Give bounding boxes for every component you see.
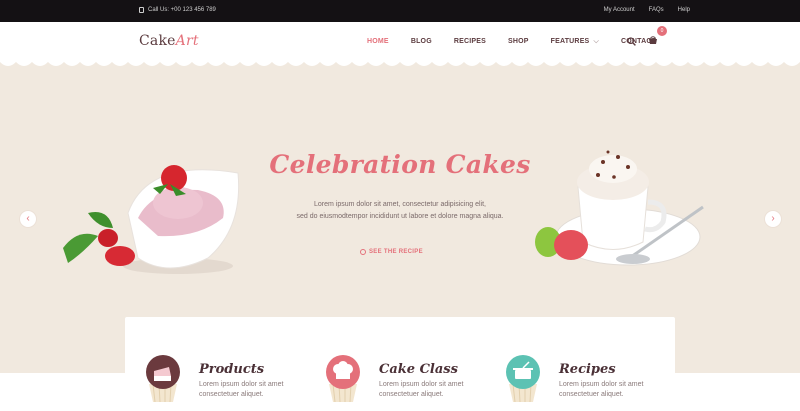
- logo-accent-text: Art: [175, 33, 199, 49]
- top-links: My Account FAQs Help: [604, 7, 690, 13]
- slider-prev-arrow[interactable]: ‹: [19, 210, 37, 228]
- feature-text: Lorem ipsum dolor sit amet consectetuer …: [379, 380, 463, 400]
- slider-next-arrow[interactable]: ›: [764, 210, 782, 228]
- feature-title: Cake Class: [379, 362, 458, 377]
- top-bar: Call Us: +00 123 456 789 My Account FAQs…: [0, 0, 800, 22]
- logo-main-text: Cake: [139, 33, 176, 49]
- nav-features[interactable]: FEATURES: [551, 38, 599, 46]
- feature-line-1: Lorem ipsum dolor sit amet: [379, 381, 464, 388]
- feature-text: Lorem ipsum dolor sit amet consectetuer …: [199, 380, 283, 400]
- hero-text-line-1: Lorem ipsum dolor sit amet, consectetur …: [314, 201, 486, 208]
- feature-title: Products: [199, 362, 265, 377]
- feature-line-2: consectetuer aliquet.: [199, 391, 264, 398]
- site-logo[interactable]: CakeArt: [139, 33, 199, 49]
- search-icon[interactable]: [627, 36, 636, 46]
- hero-title: Celebration Cakes: [269, 150, 531, 179]
- pot-icon: [506, 355, 540, 403]
- contact-phone: Call Us: +00 123 456 789: [139, 7, 216, 13]
- feature-title: Recipes: [559, 362, 616, 377]
- main-header: CakeArt HOME BLOG RECIPES SHOP FEATURES …: [0, 22, 800, 62]
- feature-text: Lorem ipsum dolor sit amet consectetuer …: [559, 380, 643, 400]
- see-recipe-button[interactable]: SEE THE RECIPE: [360, 249, 423, 255]
- hero-text-line-2: sed do eiusmodtempor incididunt ut labor…: [296, 213, 504, 220]
- clock-icon: [360, 249, 366, 255]
- phone-icon: [139, 7, 144, 13]
- cart-icon[interactable]: 0: [648, 26, 667, 46]
- see-recipe-label: SEE THE RECIPE: [369, 249, 423, 255]
- cart-count-badge: 0: [657, 26, 667, 36]
- feature-line-2: consectetuer aliquet.: [379, 391, 444, 398]
- header-icons: 0: [627, 26, 667, 46]
- features-panel: Products Lorem ipsum dolor sit amet cons…: [125, 317, 675, 411]
- my-account-link[interactable]: My Account: [604, 7, 635, 13]
- feature-line-2: consectetuer aliquet.: [559, 391, 624, 398]
- cake-slice-icon: [146, 355, 180, 403]
- nav-blog[interactable]: BLOG: [411, 38, 432, 46]
- phone-text: Call Us: +00 123 456 789: [148, 7, 216, 13]
- feature-line-1: Lorem ipsum dolor sit amet: [199, 381, 284, 388]
- help-link[interactable]: Help: [678, 7, 690, 13]
- hero-description: Lorem ipsum dolor sit amet, consectetur …: [0, 199, 800, 223]
- feature-line-1: Lorem ipsum dolor sit amet: [559, 381, 644, 388]
- nav-shop[interactable]: SHOP: [508, 38, 529, 46]
- nav-recipes[interactable]: RECIPES: [454, 38, 486, 46]
- nav-home[interactable]: HOME: [367, 38, 389, 46]
- chef-hat-icon: [326, 355, 360, 403]
- faqs-link[interactable]: FAQs: [649, 7, 664, 13]
- scalloped-edge: [0, 62, 800, 66]
